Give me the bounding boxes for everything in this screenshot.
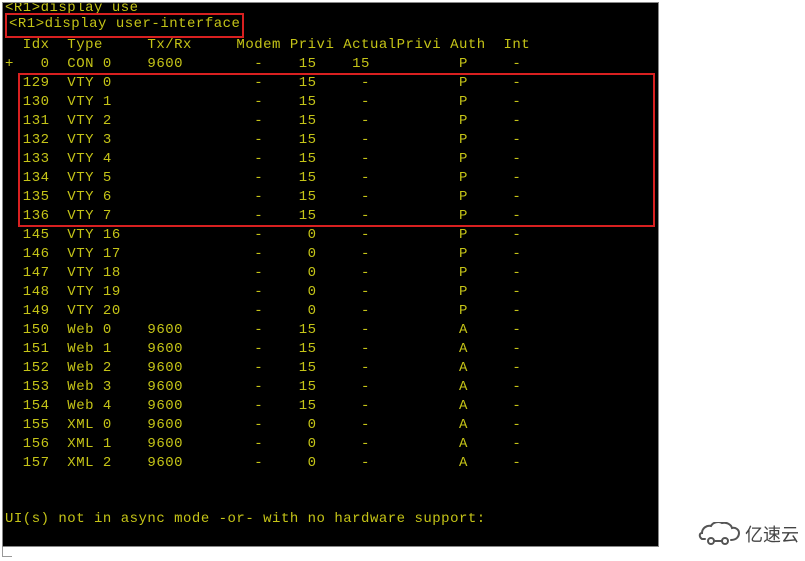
watermark-logo: 亿速云 — [697, 521, 799, 547]
table-row: 154 Web 4 9600 - 15 - A - — [5, 397, 521, 416]
table-row: 134 VTY 5 - 15 - P - — [5, 169, 521, 188]
corner-decoration — [2, 547, 12, 557]
table-row: 145 VTY 16 - 0 - P - — [5, 226, 521, 245]
table-row: 157 XML 2 9600 - 0 - A - — [5, 454, 521, 473]
cloud-icon — [697, 522, 741, 546]
table-row: 147 VTY 18 - 0 - P - — [5, 264, 521, 283]
table-row: 130 VTY 1 - 15 - P - — [5, 93, 521, 112]
table-row: 152 Web 2 9600 - 15 - A - — [5, 359, 521, 378]
table-row: 153 Web 3 9600 - 15 - A - — [5, 378, 521, 397]
table-row: 156 XML 1 9600 - 0 - A - — [5, 435, 521, 454]
table-row: 151 Web 1 9600 - 15 - A - — [5, 340, 521, 359]
footer-message: UI(s) not in async mode -or- with no har… — [5, 510, 486, 529]
table-row: 131 VTY 2 - 15 - P - — [5, 112, 521, 131]
table-row: 132 VTY 3 - 15 - P - — [5, 131, 521, 150]
terminal-content: <R1>display use <R1>display user-interfa… — [3, 3, 658, 174]
table-row: 135 VTY 6 - 15 - P - — [5, 188, 521, 207]
logo-text: 亿速云 — [745, 521, 799, 547]
table-header: Idx Type Tx/Rx Modem Privi ActualPrivi A… — [5, 36, 530, 55]
terminal-window[interactable]: <R1>display use <R1>display user-interfa… — [2, 2, 659, 547]
table-row: 136 VTY 7 - 15 - P - — [5, 207, 521, 226]
table-row: 149 VTY 20 - 0 - P - — [5, 302, 521, 321]
table-row: 148 VTY 19 - 0 - P - — [5, 283, 521, 302]
table-row: 129 VTY 0 - 15 - P - — [5, 74, 521, 93]
table-row: 133 VTY 4 - 15 - P - — [5, 150, 521, 169]
table-row: 146 VTY 17 - 0 - P - — [5, 245, 521, 264]
table-row: + 0 CON 0 9600 - 15 15 P - — [5, 55, 521, 74]
table-row: 155 XML 0 9600 - 0 - A - — [5, 416, 521, 435]
prompt-line-2-highlighted: <R1>display user-interface — [5, 13, 244, 38]
table-row: 150 Web 0 9600 - 15 - A - — [5, 321, 521, 340]
